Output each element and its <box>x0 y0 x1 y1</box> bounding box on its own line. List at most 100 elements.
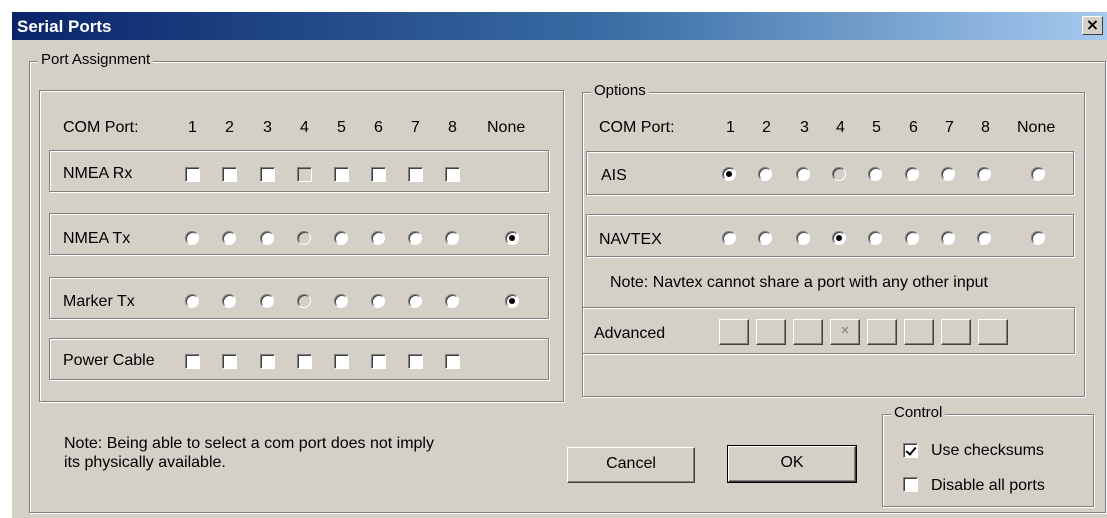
pa-header-2: 2 <box>225 119 234 136</box>
power-cable-port-6-checkbox[interactable] <box>371 354 386 369</box>
marker-tx-port-2-radio[interactable] <box>222 294 236 308</box>
pa-header-4: 4 <box>300 119 309 136</box>
power-cable-port-8-checkbox[interactable] <box>445 354 460 369</box>
cancel-button[interactable]: Cancel <box>567 447 695 483</box>
advanced-port-8-button[interactable] <box>978 319 1008 345</box>
marker-tx-port-3-radio[interactable] <box>260 294 274 308</box>
use-checksums-label[interactable]: Use checksums <box>931 442 1044 460</box>
navtex-port-3-radio[interactable] <box>796 231 810 245</box>
nmea-tx-none-radio[interactable] <box>505 231 519 245</box>
pa-header-5: 5 <box>337 119 346 136</box>
nmea-rx-port-6-checkbox[interactable] <box>371 167 386 182</box>
nmea-rx-port-1-checkbox[interactable] <box>185 167 200 182</box>
navtex-port-5-radio[interactable] <box>868 231 882 245</box>
marker-tx-port-7-radio[interactable] <box>408 294 422 308</box>
opt-header-1: 1 <box>726 119 735 136</box>
title-bar[interactable]: Serial Ports × <box>12 12 1107 40</box>
nmea-tx-port-1-radio[interactable] <box>185 231 199 245</box>
nmea-rx-port-8-checkbox[interactable] <box>445 167 460 182</box>
marker-tx-label: Marker Tx <box>63 293 135 310</box>
power-cable-label: Power Cable <box>63 352 155 369</box>
ais-port-7-radio[interactable] <box>941 167 955 181</box>
ais-port-3-radio[interactable] <box>796 167 810 181</box>
power-cable-port-2-checkbox[interactable] <box>222 354 237 369</box>
advanced-port-3-button[interactable] <box>793 319 823 345</box>
navtex-none-radio[interactable] <box>1031 231 1045 245</box>
options-com-port-label: COM Port: <box>599 119 675 136</box>
pa-header-1: 1 <box>188 119 197 136</box>
note-text: Note: Being able to select a com port do… <box>64 435 434 471</box>
nmea-rx-port-5-checkbox[interactable] <box>334 167 349 182</box>
nmea-tx-port-8-radio[interactable] <box>445 231 459 245</box>
nmea-rx-label: NMEA Rx <box>63 165 133 182</box>
power-cable-port-3-checkbox[interactable] <box>260 354 275 369</box>
advanced-port-2-button[interactable] <box>756 319 786 345</box>
options-legend: Options <box>591 82 649 100</box>
opt-header-7: 7 <box>945 119 954 136</box>
com-port-label: COM Port: <box>63 119 139 136</box>
control-legend: Control <box>891 404 946 422</box>
ais-port-1-radio[interactable] <box>722 167 736 181</box>
com-port-availability-note: Note: Being able to select a com port do… <box>64 434 434 472</box>
nmea-tx-port-6-radio[interactable] <box>371 231 385 245</box>
ais-port-5-radio[interactable] <box>868 167 882 181</box>
serial-ports-dialog: Serial Ports × Port Assignment COM Port:… <box>10 10 1107 518</box>
opt-header-5: 5 <box>872 119 881 136</box>
advanced-label: Advanced <box>594 325 666 342</box>
pa-header-8: 8 <box>448 119 457 136</box>
power-cable-port-4-checkbox[interactable] <box>297 354 312 369</box>
nmea-rx-port-4-checkbox[interactable] <box>297 167 312 182</box>
nmea-rx-port-7-checkbox[interactable] <box>408 167 423 182</box>
navtex-port-8-radio[interactable] <box>977 231 991 245</box>
ais-port-8-radio[interactable] <box>977 167 991 181</box>
use-checksums-checkbox[interactable] <box>903 443 918 458</box>
navtex-port-1-radio[interactable] <box>722 231 736 245</box>
nmea-tx-label: NMEA Tx <box>63 230 131 247</box>
power-cable-port-5-checkbox[interactable] <box>334 354 349 369</box>
ais-port-2-radio[interactable] <box>758 167 772 181</box>
nmea-tx-port-3-radio[interactable] <box>260 231 274 245</box>
nmea-tx-port-2-radio[interactable] <box>222 231 236 245</box>
ais-port-4-radio[interactable] <box>832 167 846 181</box>
navtex-label: NAVTEX <box>599 231 662 248</box>
disable-all-ports-checkbox[interactable] <box>903 477 918 492</box>
advanced-port-5-button[interactable] <box>867 319 897 345</box>
opt-header-none: None <box>1017 119 1056 136</box>
marker-tx-port-8-radio[interactable] <box>445 294 459 308</box>
marker-tx-port-6-radio[interactable] <box>371 294 385 308</box>
ais-none-radio[interactable] <box>1031 167 1045 181</box>
power-cable-port-7-checkbox[interactable] <box>408 354 423 369</box>
power-cable-port-1-checkbox[interactable] <box>185 354 200 369</box>
ais-row <box>586 151 1074 195</box>
nmea-rx-port-3-checkbox[interactable] <box>260 167 275 182</box>
opt-header-4: 4 <box>836 119 845 136</box>
disable-all-ports-label[interactable]: Disable all ports <box>931 477 1045 495</box>
navtex-port-2-radio[interactable] <box>758 231 772 245</box>
nmea-rx-port-2-checkbox[interactable] <box>222 167 237 182</box>
advanced-port-6-button[interactable] <box>904 319 934 345</box>
ais-port-6-radio[interactable] <box>905 167 919 181</box>
navtex-port-4-radio[interactable] <box>832 231 846 245</box>
pa-header-6: 6 <box>374 119 383 136</box>
navtex-port-7-radio[interactable] <box>941 231 955 245</box>
ok-button[interactable]: OK <box>727 445 857 483</box>
close-button[interactable]: × <box>1082 16 1103 35</box>
opt-header-6: 6 <box>909 119 918 136</box>
opt-header-2: 2 <box>762 119 771 136</box>
advanced-port-1-button[interactable] <box>719 319 749 345</box>
marker-tx-none-radio[interactable] <box>505 294 519 308</box>
opt-header-8: 8 <box>981 119 990 136</box>
port-assignment-legend: Port Assignment <box>38 51 154 69</box>
nmea-tx-port-7-radio[interactable] <box>408 231 422 245</box>
marker-tx-port-4-radio[interactable] <box>297 294 311 308</box>
nmea-tx-port-5-radio[interactable] <box>334 231 348 245</box>
marker-tx-port-5-radio[interactable] <box>334 294 348 308</box>
advanced-port-7-button[interactable] <box>941 319 971 345</box>
marker-tx-port-1-radio[interactable] <box>185 294 199 308</box>
advanced-port-4-button[interactable]: × <box>830 319 860 345</box>
navtex-note: Note: Navtex cannot share a port with an… <box>610 274 988 291</box>
pa-header-3: 3 <box>263 119 272 136</box>
pa-header-7: 7 <box>411 119 420 136</box>
nmea-tx-port-4-radio[interactable] <box>297 231 311 245</box>
navtex-port-6-radio[interactable] <box>905 231 919 245</box>
